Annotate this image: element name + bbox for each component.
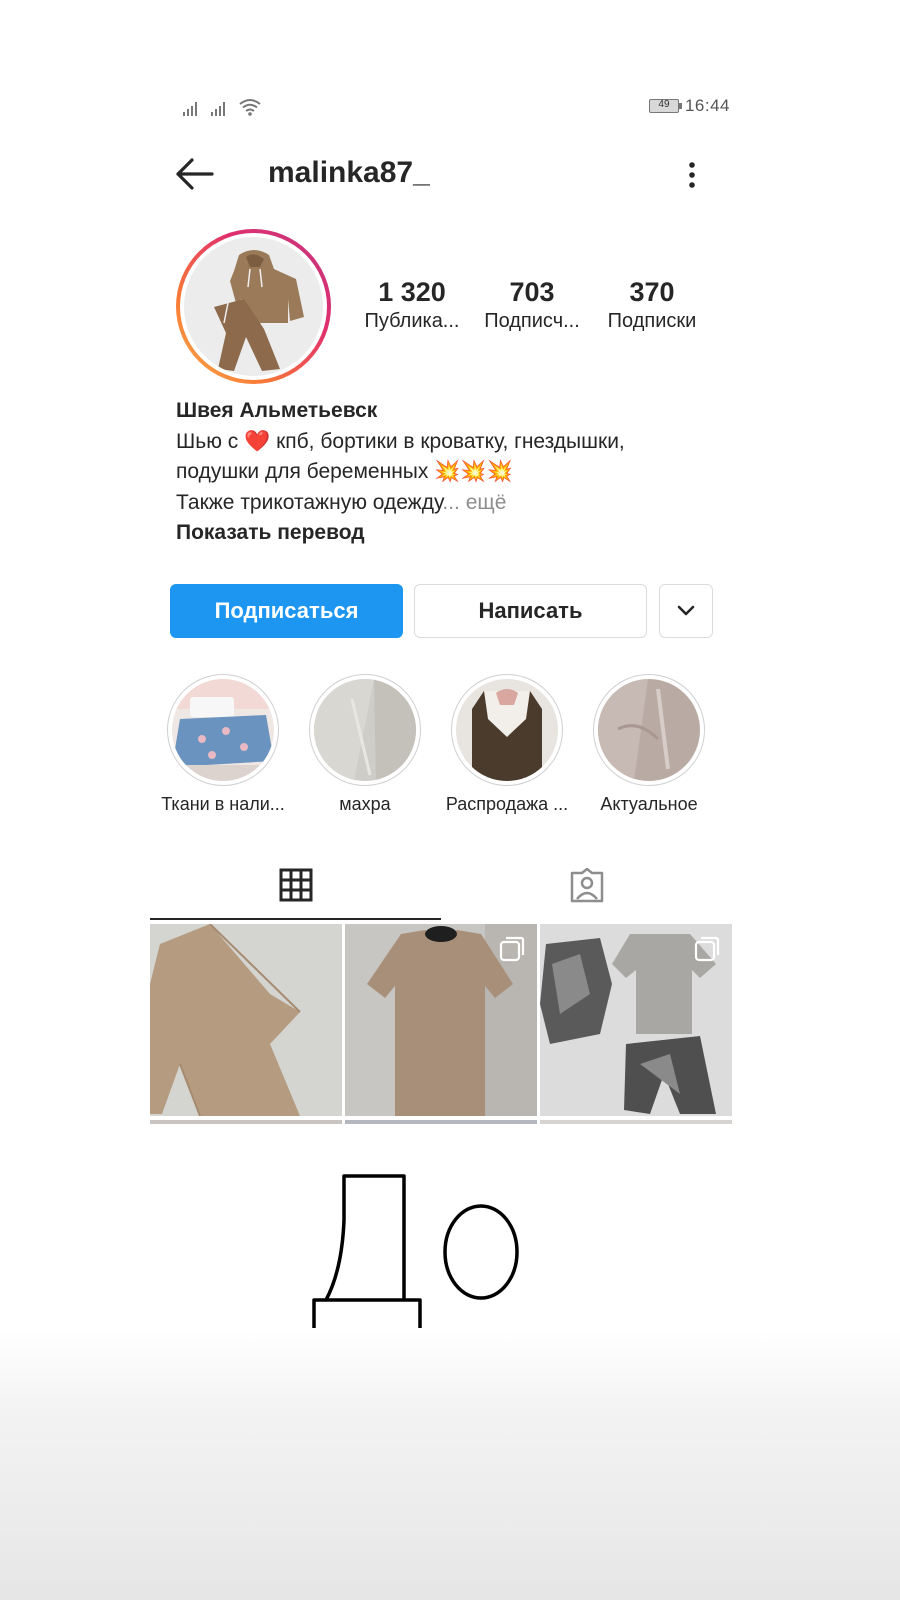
- post-thumbnail[interactable]: [345, 924, 537, 1116]
- suggested-dropdown-button[interactable]: [659, 584, 713, 638]
- bio-line-1-start: Шью с: [176, 429, 245, 453]
- bio-line-1-end: кпб, бортики в кроватку, гнездышки,: [270, 429, 625, 453]
- tagged-person-icon: [570, 867, 603, 903]
- message-button[interactable]: Написать: [414, 584, 647, 638]
- post-thumbnail-partial[interactable]: [540, 1120, 732, 1124]
- highlight-label: Актуальное: [600, 794, 698, 814]
- bio-ellipsis: ...: [442, 490, 460, 514]
- bio-line-3-text: Также трикотажную одежду: [176, 490, 443, 514]
- cellular-signal-icon: [183, 102, 197, 116]
- highlight-label: махра: [339, 794, 391, 814]
- post-thumbnail[interactable]: [150, 924, 342, 1116]
- highlight-current[interactable]: Актуальное: [578, 674, 720, 815]
- highlight-label: Распродажа ...: [445, 794, 569, 814]
- highlight-fabrics[interactable]: Ткани в нали...: [152, 674, 294, 815]
- carousel-icon: [694, 936, 720, 962]
- cellular-signal-2-icon: [211, 102, 225, 116]
- wifi-icon: [239, 99, 261, 116]
- highlight-sale[interactable]: Распродажа ...: [436, 674, 578, 815]
- follow-button[interactable]: Подписаться: [170, 584, 403, 638]
- signal-indicators: [182, 98, 262, 116]
- active-tab-indicator: [150, 918, 441, 920]
- bio-line-3: Также трикотажную одежду... ещё: [176, 488, 736, 519]
- bottom-background: [0, 1330, 900, 1600]
- avatar-photo: [184, 237, 323, 376]
- posts-label: Публика...: [364, 310, 460, 332]
- profile-stats: 1 320 Публика... 703 Подписч... 370 Подп…: [352, 276, 712, 333]
- post-thumbnail[interactable]: [540, 924, 732, 1116]
- status-bar: 49 16:44: [182, 96, 730, 120]
- handwritten-annotation: [300, 1160, 540, 1340]
- tab-tagged[interactable]: [441, 850, 732, 920]
- highlight-cover: [598, 679, 700, 781]
- profile-tabs: [150, 850, 732, 922]
- handwritten-word-do: [312, 1174, 519, 1328]
- battery-level: 49: [658, 99, 670, 110]
- bio-more-link[interactable]: ещё: [460, 491, 507, 514]
- more-options-button[interactable]: [682, 156, 702, 192]
- avatar: [184, 237, 323, 376]
- profile-username: malinka87_: [268, 156, 430, 189]
- highlight-cover: [314, 679, 416, 781]
- story-highlights: Ткани в нали... махра Распродажа ... Акт…: [150, 674, 730, 824]
- terry-fabric-photo: [314, 679, 416, 781]
- profile-bio: Швея Альметьевск Шью с ❤️ кпб, бортики в…: [176, 396, 736, 549]
- tab-posts-grid[interactable]: [150, 850, 441, 920]
- chevron-down-icon: [677, 605, 695, 616]
- profile-header: malinka87_: [172, 150, 732, 200]
- bio-line-1: Шью с ❤️ кпб, бортики в кроватку, гнезды…: [176, 427, 736, 458]
- avatar-story-ring[interactable]: [176, 229, 331, 384]
- hoodie-photo: [456, 679, 558, 781]
- followers-label: Подписч...: [484, 310, 580, 332]
- bio-name: Швея Альметьевск: [176, 399, 378, 422]
- post-thumbnail-partial[interactable]: [150, 1120, 342, 1124]
- highlight-label: Ткани в нали...: [161, 794, 285, 814]
- bedding-photo: [172, 679, 274, 781]
- back-arrow-icon: [176, 158, 214, 190]
- pants-photo: [150, 924, 342, 1116]
- stat-following[interactable]: 370 Подписки: [592, 276, 712, 333]
- posts-count: 1 320: [378, 277, 446, 307]
- following-label: Подписки: [607, 310, 697, 332]
- highlight-cover: [456, 679, 558, 781]
- post-thumbnail-partial[interactable]: [345, 1120, 537, 1124]
- heart-emoji: ❤️: [244, 429, 271, 453]
- posts-grid: [150, 924, 733, 1124]
- bio-line-2: подушки для беременных 💥💥💥: [176, 460, 513, 483]
- profile-actions: Подписаться Написать: [170, 584, 714, 638]
- back-button[interactable]: [172, 154, 216, 194]
- highlight-makhra[interactable]: махра: [294, 674, 436, 815]
- stat-followers[interactable]: 703 Подписч...: [472, 276, 592, 333]
- grid-icon: [279, 868, 312, 902]
- highlight-cover: [172, 679, 274, 781]
- battery-icon: 49: [648, 99, 682, 113]
- carousel-icon: [499, 936, 525, 962]
- show-translation-link[interactable]: Показать перевод: [176, 518, 736, 549]
- following-count: 370: [629, 277, 675, 307]
- fabric-photo: [598, 679, 700, 781]
- stat-posts[interactable]: 1 320 Публика...: [352, 276, 472, 333]
- more-vertical-icon: [689, 162, 695, 188]
- followers-count: 703: [509, 277, 555, 307]
- clock: 16:44: [684, 96, 730, 115]
